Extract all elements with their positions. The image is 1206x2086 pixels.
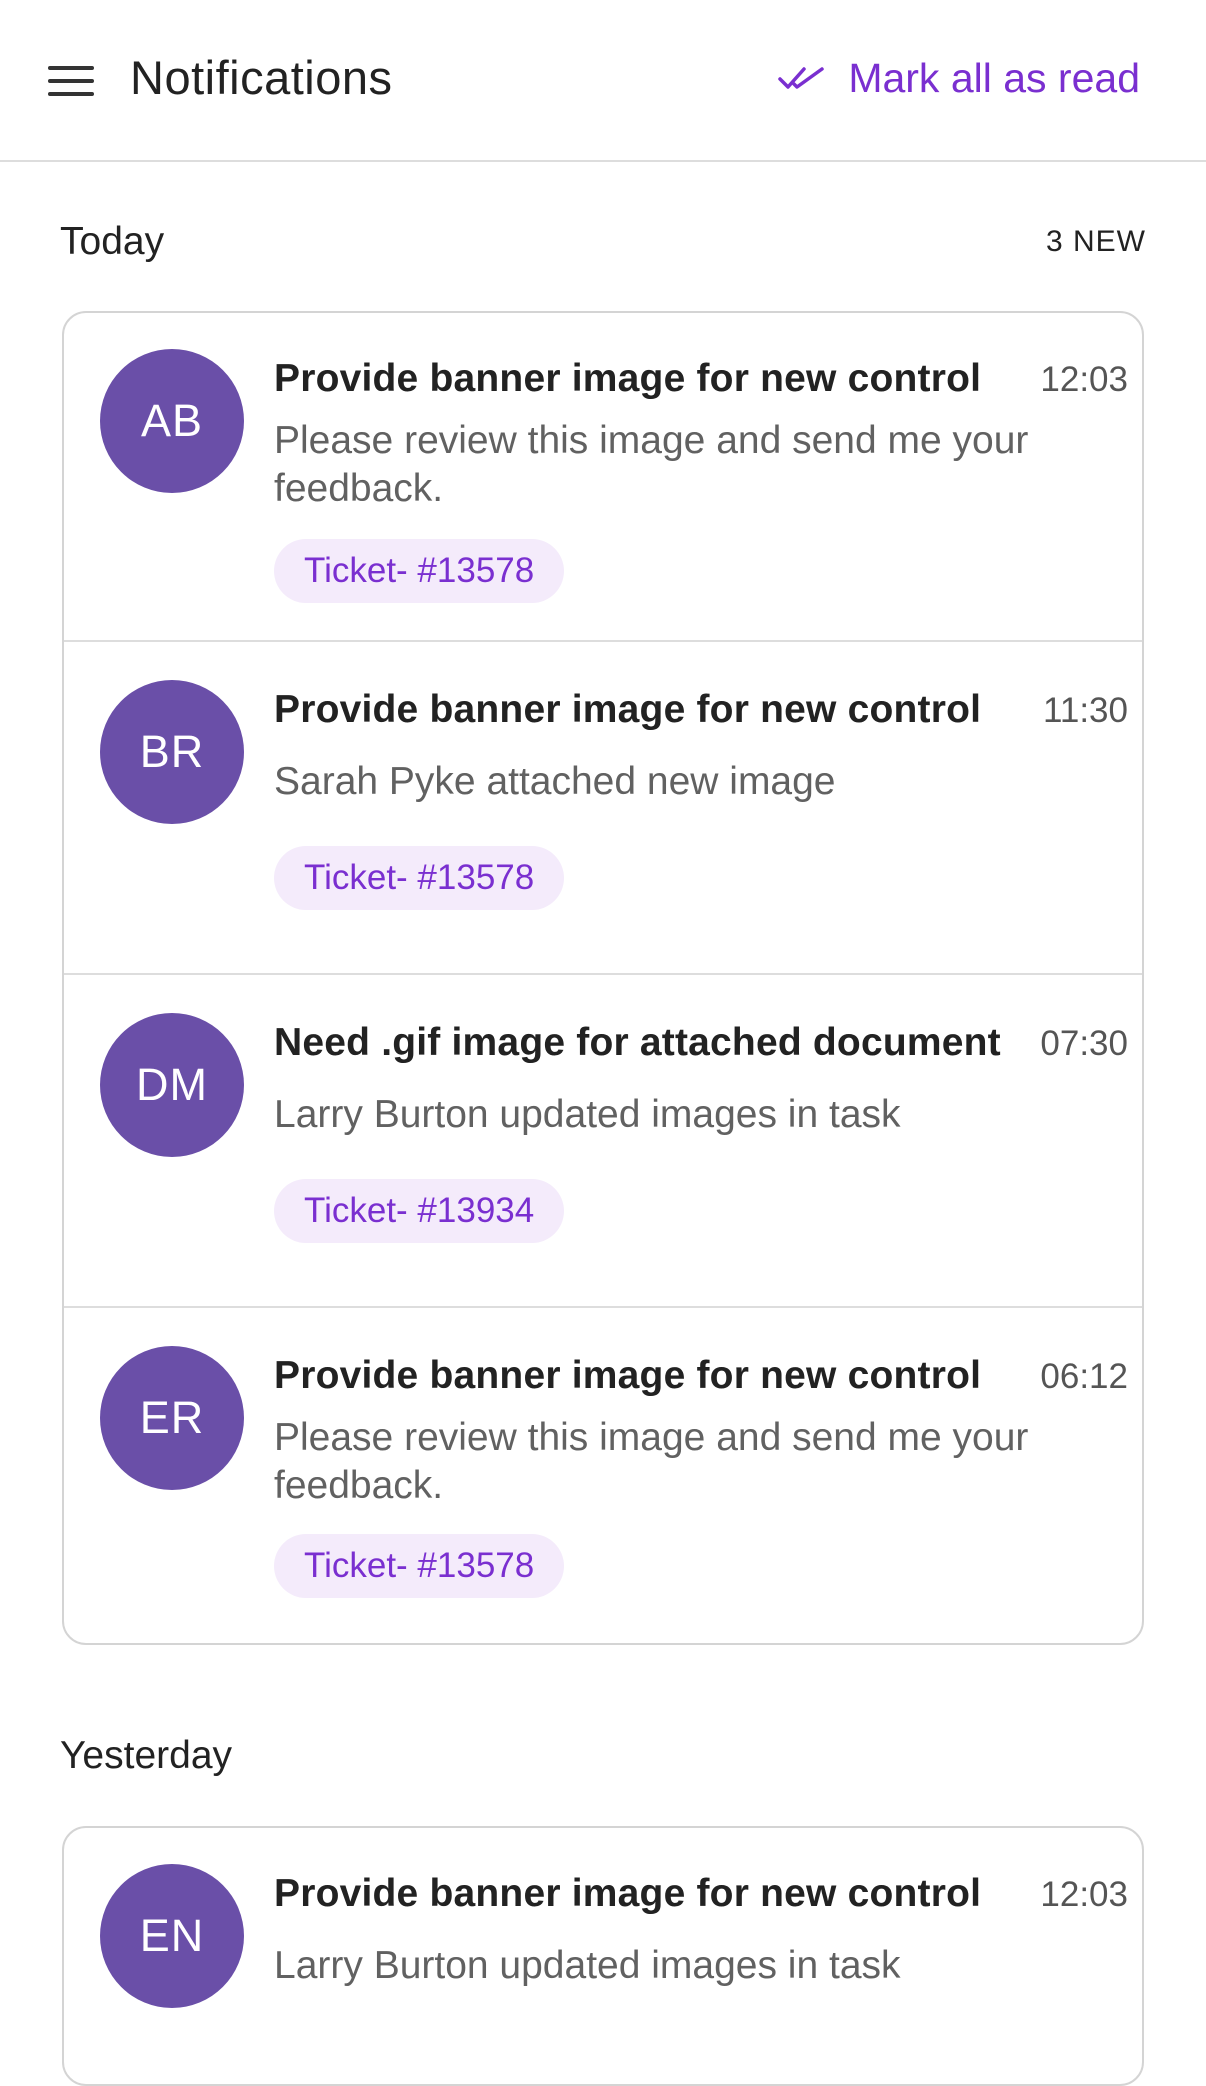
notification-title: Need .gif image for attached document bbox=[274, 1021, 1001, 1064]
notification-time: 11:30 bbox=[1043, 691, 1128, 730]
ticket-chip[interactable]: Ticket- #13578 bbox=[274, 1534, 565, 1598]
notification-title: Provide banner image for new control bbox=[274, 688, 982, 731]
notification-time: 07:30 bbox=[1040, 1024, 1128, 1063]
section-title-yesterday: Yesterday bbox=[60, 1734, 233, 1777]
notification-item[interactable]: ER Provide banner image for new control … bbox=[64, 1308, 1142, 1643]
yesterday-notifications-card: EN Provide banner image for new control … bbox=[62, 1826, 1144, 2086]
avatar: BR bbox=[100, 680, 244, 824]
avatar: ER bbox=[100, 1346, 244, 1490]
mark-all-as-read-label: Mark all as read bbox=[848, 54, 1140, 101]
today-notifications-card: AB Provide banner image for new control … bbox=[62, 311, 1144, 1645]
notification-item[interactable]: AB Provide banner image for new control … bbox=[64, 313, 1142, 642]
notification-title: Provide banner image for new control bbox=[274, 1354, 982, 1397]
notification-time: 06:12 bbox=[1040, 1357, 1128, 1396]
notification-item[interactable]: BR Provide banner image for new control … bbox=[64, 642, 1142, 975]
avatar: AB bbox=[100, 349, 244, 493]
double-check-icon bbox=[778, 67, 825, 89]
notification-time: 12:03 bbox=[1040, 360, 1128, 399]
notification-body: Please review this image and send me you… bbox=[274, 1416, 1029, 1507]
notification-item[interactable]: EN Provide banner image for new control … bbox=[64, 1828, 1142, 2084]
notification-time: 12:03 bbox=[1040, 1875, 1128, 1914]
ticket-chip[interactable]: Ticket- #13578 bbox=[274, 539, 565, 603]
ticket-chip[interactable]: Ticket- #13934 bbox=[274, 1179, 565, 1243]
section-title-today: Today bbox=[60, 220, 165, 263]
menu-icon[interactable] bbox=[48, 66, 94, 96]
notification-title: Provide banner image for new control bbox=[274, 1872, 982, 1915]
avatar: EN bbox=[100, 1864, 244, 2008]
page-title: Notifications bbox=[130, 51, 393, 104]
notification-body: Sarah Pyke attached new image bbox=[274, 760, 836, 803]
notification-body: Larry Burton updated images in task bbox=[274, 1093, 901, 1136]
mark-all-as-read-button[interactable]: Mark all as read bbox=[778, 50, 1140, 106]
yesterday-section-header: Yesterday bbox=[60, 1726, 1146, 1786]
avatar: DM bbox=[100, 1013, 244, 1157]
new-count-badge: 3 NEW bbox=[1045, 225, 1146, 258]
ticket-chip[interactable]: Ticket- #13578 bbox=[274, 846, 565, 910]
app-bar: Notifications Mark all as read bbox=[0, 0, 1206, 162]
notification-body: Larry Burton updated images in task bbox=[274, 1944, 901, 1987]
notification-title: Provide banner image for new control bbox=[274, 357, 982, 400]
notification-item[interactable]: DM Need .gif image for attached document… bbox=[64, 975, 1142, 1308]
notification-body: Please review this image and send me you… bbox=[274, 419, 1029, 510]
today-section-header: Today 3 NEW bbox=[60, 212, 1146, 272]
